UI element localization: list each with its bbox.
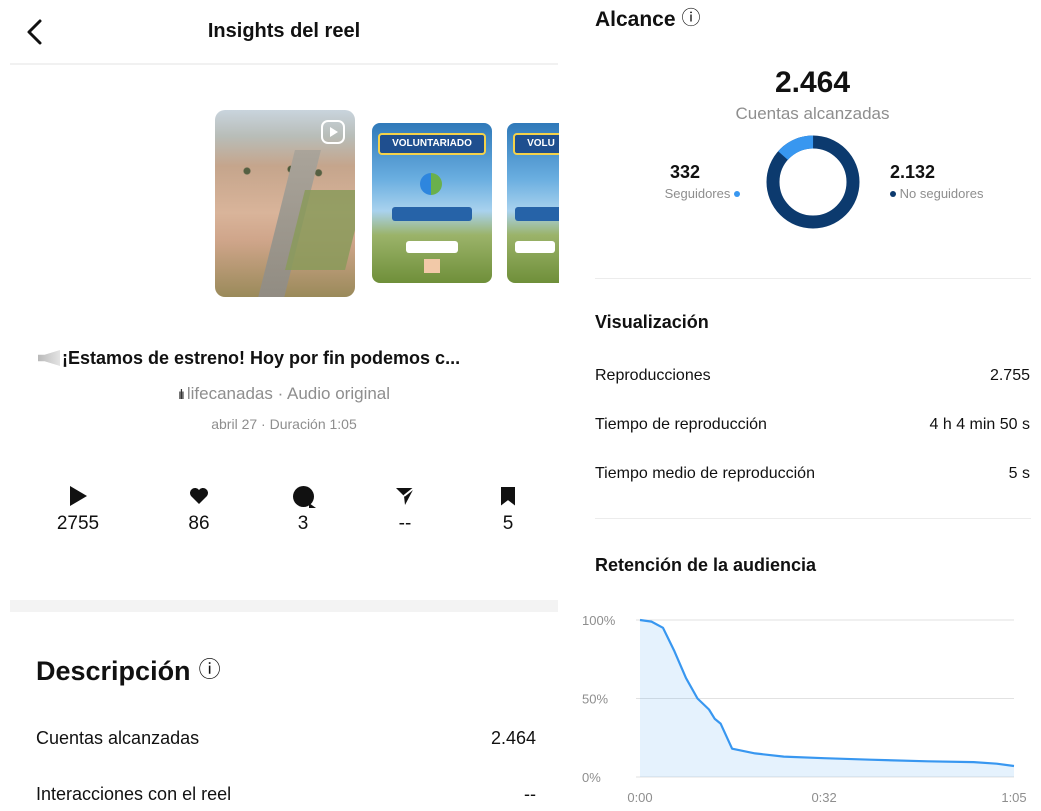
x-tick-label: 1:05	[1001, 790, 1026, 805]
poster-arrow	[424, 259, 440, 273]
share-icon	[396, 487, 415, 505]
description-title-text: Descripción	[36, 656, 191, 686]
y-tick-label: 100%	[582, 613, 616, 628]
followers-legend: Seguidores	[640, 186, 740, 201]
heart-icon	[190, 488, 208, 504]
info-icon[interactable]: ⓘ	[199, 660, 221, 682]
audio-text: lifecanadas · Audio original	[186, 384, 391, 403]
row-label: Tiempo de reproducción	[595, 416, 767, 433]
bookmark-icon	[501, 486, 515, 506]
stat-plays: 2755	[38, 485, 118, 535]
section-separator	[10, 600, 558, 612]
reel-insights-panel: Insights del reel VOLUNTARIADO VOLU ¡Est…	[0, 0, 568, 811]
reels-icon	[321, 120, 345, 144]
audio-info[interactable]: ılı lifecanadas · Audio original	[0, 384, 568, 404]
row-label: Reproducciones	[595, 367, 711, 384]
reach-total-label: Cuentas alcanzadas	[735, 104, 890, 123]
visualization-row: Tiempo de reproducción 4 h 4 min 50 s	[595, 416, 1030, 434]
row-label: Tiempo medio de reproducción	[595, 465, 815, 482]
info-icon[interactable]: ⓘ	[682, 9, 701, 28]
description-title: Descripción ⓘ	[36, 656, 221, 687]
reel-caption: ¡Estamos de estreno! Hoy por fin podemos…	[38, 348, 558, 369]
poster-title: VOLU	[513, 133, 559, 155]
retention-chart: 100% 50% 0% 0:00 0:32 1:05	[582, 613, 1027, 805]
comments-count: 3	[297, 513, 309, 534]
reach-title: Alcance ⓘ	[595, 8, 701, 32]
reel-frame-thumbnail[interactable]: VOLU	[507, 123, 559, 283]
page-title: Insights del reel	[207, 20, 361, 42]
reel-frame-thumbnail[interactable]: VOLUNTARIADO	[372, 123, 492, 283]
reach-title-text: Alcance	[595, 8, 676, 31]
y-tick-label: 50%	[582, 692, 608, 707]
stat-saves: 5	[468, 485, 548, 535]
followers-label: Seguidores	[664, 186, 731, 201]
non-followers-legend: No seguidores	[890, 186, 983, 201]
retention-title: Retención de la audiencia	[595, 555, 817, 575]
non-followers-value: 2.132	[890, 162, 936, 182]
visualization-row: Reproducciones 2.755	[595, 367, 1030, 385]
y-tick-label: 0%	[582, 770, 601, 785]
saves-count: 5	[502, 513, 514, 534]
stat-likes: 86	[159, 485, 239, 535]
row-value: --	[524, 784, 536, 804]
reach-panel: Alcance ⓘ 2.464 Cuentas alcanzadas 332 Se…	[580, 0, 1041, 811]
row-value: 5 s	[1008, 465, 1030, 482]
thumbnail-trees	[225, 162, 335, 180]
top-bar: Insights del reel	[0, 0, 568, 64]
reach-total: 2.464	[774, 66, 851, 99]
non-followers-dot-icon	[890, 191, 896, 197]
followers-value: 332	[670, 162, 701, 182]
visualization-title: Visualización	[595, 312, 709, 332]
poster-button	[515, 241, 555, 253]
row-value: 2.755	[989, 367, 1030, 384]
poster-button	[406, 241, 458, 253]
reel-meta: abril 27 · Duración 1:05	[211, 416, 357, 432]
x-tick-label: 0:00	[627, 790, 652, 805]
shares-count: --	[398, 513, 412, 534]
poster-logo-icon	[420, 173, 442, 195]
poster-banner	[392, 207, 472, 221]
header-divider	[10, 63, 558, 65]
description-row[interactable]: Cuentas alcanzadas 2.464	[36, 728, 536, 749]
caption-text: ¡Estamos de estreno! Hoy por fin podemos…	[62, 348, 461, 368]
comment-icon	[292, 485, 316, 508]
likes-count: 86	[188, 513, 210, 534]
section-divider	[595, 518, 1031, 519]
megaphone-icon	[38, 350, 60, 366]
description-row[interactable]: Interacciones con el reel --	[36, 784, 536, 805]
row-label: Cuentas alcanzadas	[36, 728, 200, 748]
visualization-row: Tiempo medio de reproducción 5 s	[595, 465, 1030, 483]
reach-donut-chart	[766, 135, 860, 229]
poster-banner	[515, 207, 559, 221]
row-value: 2.464	[490, 728, 536, 748]
section-divider	[595, 278, 1031, 279]
plays-count: 2755	[56, 513, 100, 534]
stat-shares: --	[365, 485, 445, 535]
x-tick-label: 0:32	[811, 790, 836, 805]
reel-thumbnail[interactable]	[215, 110, 355, 297]
row-label: Interacciones con el reel	[36, 784, 232, 804]
row-value: 4 h 4 min 50 s	[929, 416, 1031, 433]
followers-dot-icon	[734, 191, 740, 197]
play-icon	[69, 486, 87, 506]
poster-title: VOLUNTARIADO	[378, 133, 486, 155]
stat-comments: 3	[263, 485, 343, 535]
audio-waveform-icon: ılı	[177, 386, 185, 402]
non-followers-label: No seguidores	[899, 186, 984, 201]
